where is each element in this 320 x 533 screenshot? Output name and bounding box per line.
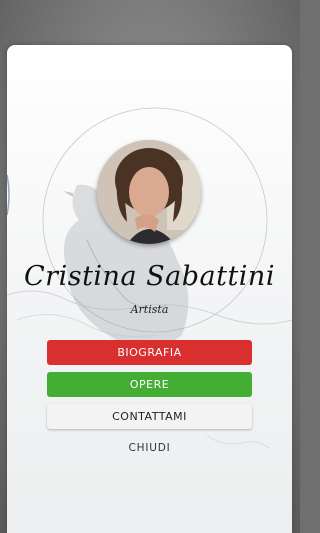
profile-modal: Cristina Sabattini Artista BIOGRAFIA OPE… xyxy=(7,45,292,533)
close-button[interactable]: CHIUDI xyxy=(7,442,292,454)
profile-name: Cristina Sabattini xyxy=(24,261,275,292)
profile-role: Artista xyxy=(130,303,169,316)
works-button[interactable]: OPERE xyxy=(47,372,252,397)
profile-avatar xyxy=(97,140,201,244)
biography-button[interactable]: BIOGRAFIA xyxy=(47,340,252,365)
contact-button[interactable]: CONTATTAMI xyxy=(47,404,252,429)
portrait-photo-icon xyxy=(97,140,201,244)
